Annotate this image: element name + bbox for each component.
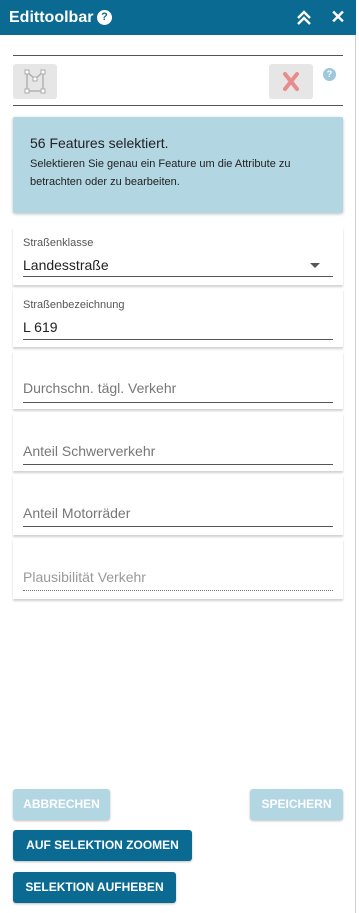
strassenklasse-value: Landesstraße xyxy=(23,257,109,273)
schwerverkehr-field[interactable]: Anteil Schwerverkehr xyxy=(13,413,343,471)
dtv-placeholder: Durchschn. tägl. Verkehr xyxy=(23,380,177,396)
plausibilitaet-field: Plausibilität Verkehr xyxy=(13,539,343,599)
motorraeder-field[interactable]: Anteil Motorräder xyxy=(13,475,343,535)
selection-hint: Selektieren Sie genau ein Feature um die… xyxy=(30,158,291,188)
delete-icon xyxy=(283,72,299,91)
delete-button[interactable] xyxy=(269,64,313,99)
polygon-icon xyxy=(24,69,46,94)
dtv-field[interactable]: Durchschn. tägl. Verkehr xyxy=(13,351,343,409)
strassenbezeichnung-field[interactable]: Straßenbezeichnung L 619 xyxy=(13,289,343,347)
draw-polygon-button[interactable] xyxy=(13,64,57,99)
clear-selection-button[interactable]: SELEKTION AUFHEBEN xyxy=(13,872,176,903)
panel-header: Edittoolbar ? ✕ xyxy=(0,0,356,35)
selection-count: 56 Features selektiert. xyxy=(30,135,169,151)
strassenbezeichnung-value: L 619 xyxy=(23,319,58,335)
motorraeder-placeholder: Anteil Motorräder xyxy=(23,505,131,521)
edittoolbar-panel: Edittoolbar ? ✕ ? 56 Features selektiert… xyxy=(0,0,356,913)
strassenklasse-label: Straßenklasse xyxy=(23,237,94,249)
collapse-icon[interactable] xyxy=(294,8,314,28)
schwerverkehr-placeholder: Anteil Schwerverkehr xyxy=(23,443,156,459)
help-icon[interactable]: ? xyxy=(97,10,112,25)
toolbar-help-icon[interactable]: ? xyxy=(323,68,336,81)
close-icon[interactable]: ✕ xyxy=(328,7,348,27)
zoom-to-selection-button[interactable]: AUF SELEKTION ZOOMEN xyxy=(13,830,192,861)
strassenklasse-select[interactable]: Straßenklasse Landesstraße xyxy=(13,227,343,285)
chevron-down-icon xyxy=(310,263,320,268)
plausibilitaet-placeholder: Plausibilität Verkehr xyxy=(23,569,146,585)
cancel-button[interactable]: ABBRECHEN xyxy=(13,789,110,820)
save-button[interactable]: SPEICHERN xyxy=(250,789,343,820)
strassenbezeichnung-label: Straßenbezeichnung xyxy=(23,299,125,311)
selection-info-box: 56 Features selektiert. Selektieren Sie … xyxy=(13,117,343,213)
panel-title: Edittoolbar xyxy=(9,9,94,26)
